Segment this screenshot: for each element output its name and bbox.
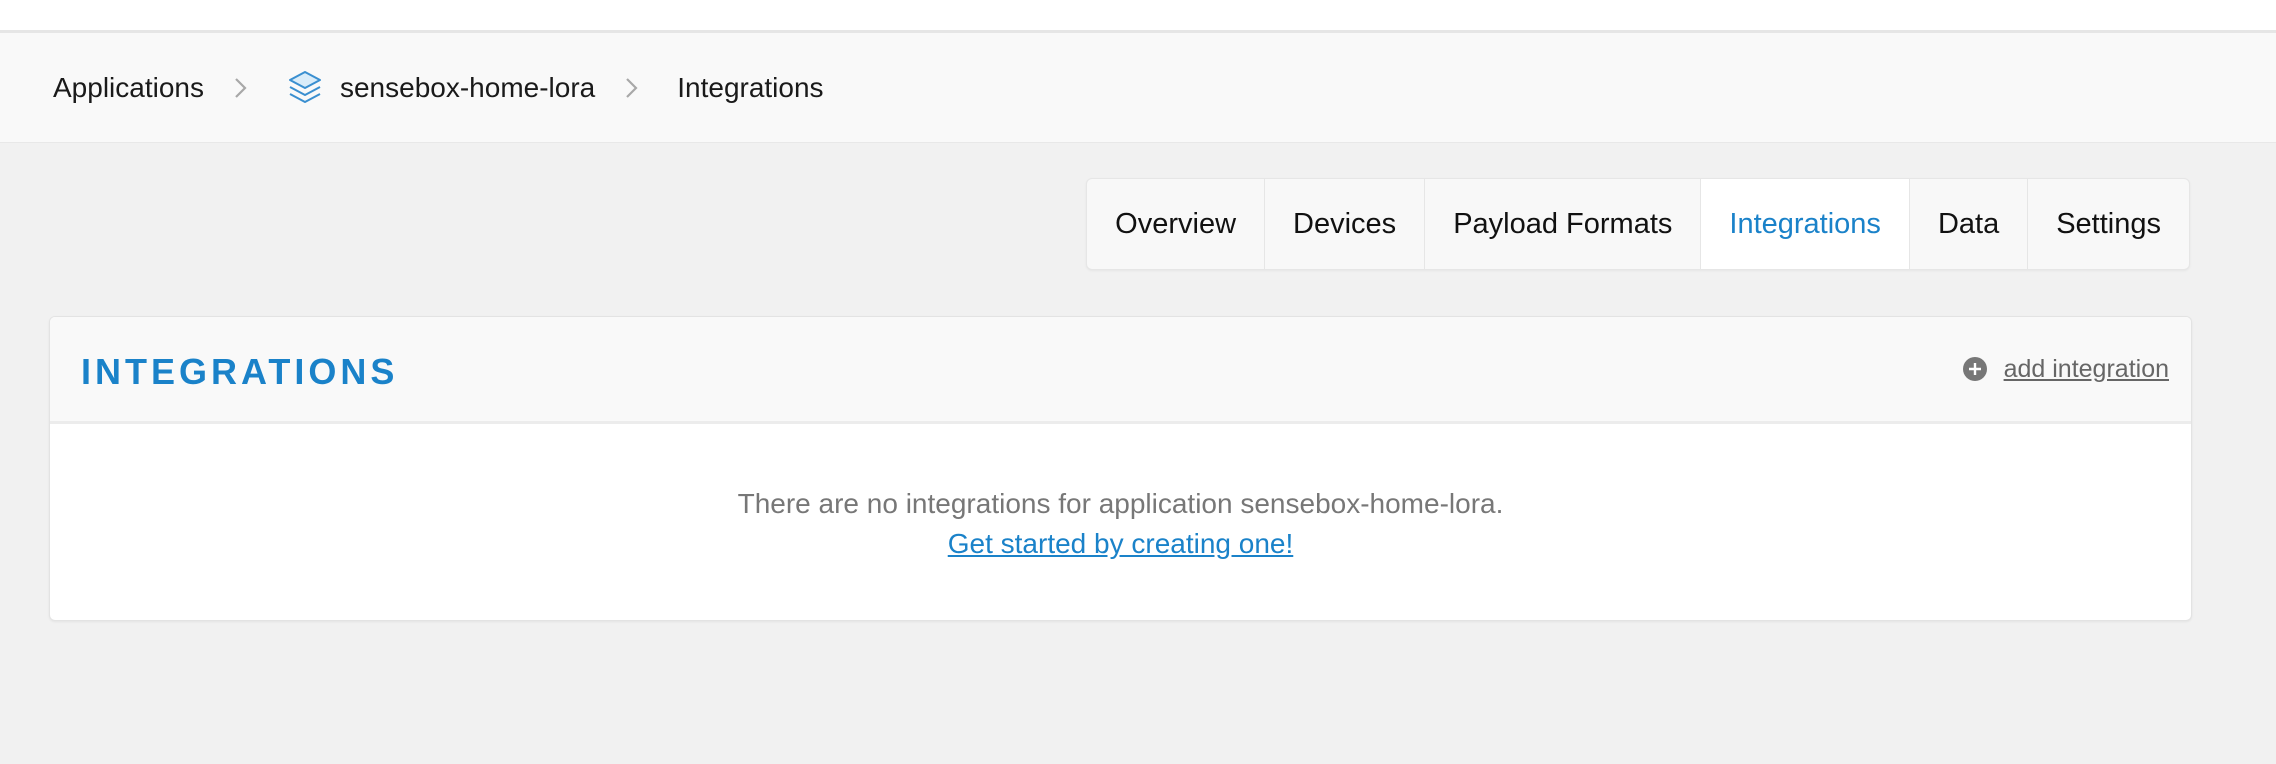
stacked-layers-icon	[286, 69, 324, 107]
chevron-right-icon	[625, 77, 639, 99]
tab-data[interactable]: Data	[1910, 179, 2029, 269]
empty-state-text: There are no integrations for applicatio…	[737, 488, 1504, 519]
panel-header: INTEGRATIONS add integration	[50, 317, 2191, 424]
tab-integrations[interactable]: Integrations	[1701, 179, 1910, 269]
get-started-link[interactable]: Get started by creating one!	[948, 528, 1294, 559]
tab-devices[interactable]: Devices	[1265, 179, 1426, 269]
tab-overview[interactable]: Overview	[1087, 179, 1266, 269]
add-integration-button[interactable]: add integration	[1962, 355, 2169, 384]
chevron-right-icon	[234, 77, 248, 99]
integrations-panel: INTEGRATIONS add integration There are n…	[49, 316, 2192, 621]
tab-settings[interactable]: Settings	[2028, 179, 2189, 269]
tab-payload-formats[interactable]: Payload Formats	[1425, 179, 1702, 269]
breadcrumb-current: Integrations	[677, 71, 824, 103]
plus-circle-icon	[1962, 356, 1988, 382]
panel-title: INTEGRATIONS	[81, 351, 399, 392]
breadcrumb: Applications sensebox-home-lora Integrat…	[0, 33, 2276, 143]
breadcrumb-application[interactable]: sensebox-home-lora	[286, 69, 595, 107]
add-integration-label: add integration	[2003, 354, 2169, 383]
top-bar	[0, 0, 2276, 33]
breadcrumb-applications[interactable]: Applications	[53, 72, 204, 104]
panel-body: There are no integrations for applicatio…	[50, 424, 2191, 564]
application-tabs: Overview Devices Payload Formats Integra…	[1086, 178, 2190, 270]
breadcrumb-application-label: sensebox-home-lora	[339, 71, 596, 103]
